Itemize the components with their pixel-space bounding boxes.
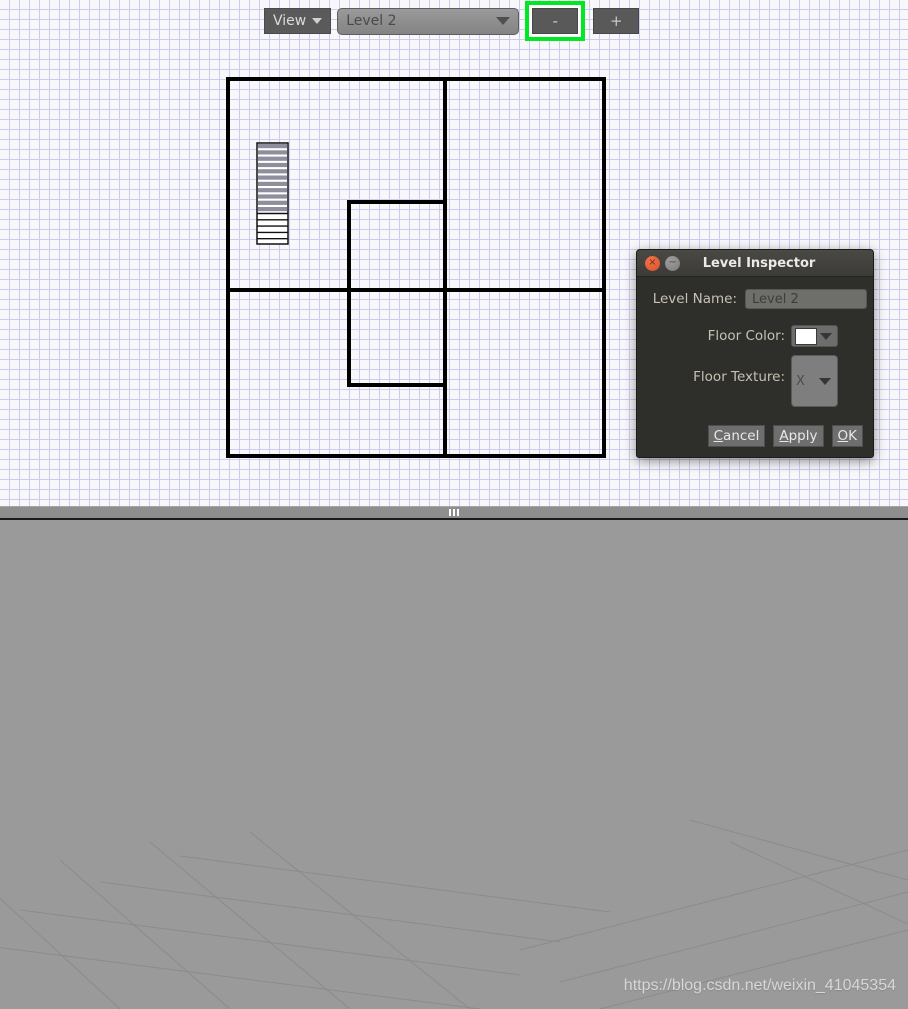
- dialog-body: Level Name: Floor Color: Floor Texture: …: [637, 277, 873, 457]
- floor-texture-value: X: [796, 373, 805, 389]
- apply-button[interactable]: Apply: [773, 425, 824, 447]
- application-window: View Level 2 - + × − Level Inspector Lev…: [0, 0, 908, 1009]
- chevron-down-icon: [820, 332, 832, 340]
- three-d-model[interactable]: [0, 520, 908, 1009]
- level-selector-dropdown[interactable]: Level 2: [337, 7, 520, 35]
- floor-color-row: Floor Color:: [645, 325, 867, 347]
- remove-level-button[interactable]: -: [532, 8, 579, 34]
- floor-color-swatch: [795, 327, 817, 345]
- floor-color-dropdown[interactable]: [791, 325, 838, 347]
- remove-level-highlight: -: [525, 1, 586, 41]
- add-level-button[interactable]: +: [593, 8, 640, 34]
- apply-mnemonic: A: [779, 428, 789, 444]
- wall-outer-boundary[interactable]: [226, 77, 606, 458]
- level-name-input[interactable]: [745, 289, 867, 309]
- wall-inner-room-box[interactable]: [347, 200, 445, 387]
- pane-splitter[interactable]: [0, 506, 908, 520]
- drag-handle-icon: [449, 509, 459, 516]
- level-inspector-dialog[interactable]: × − Level Inspector Level Name: Floor Co…: [636, 249, 874, 458]
- level-name-row: Level Name:: [645, 289, 867, 309]
- ok-mnemonic: O: [837, 428, 849, 444]
- three-d-background: [0, 520, 908, 1009]
- floor-color-label: Floor Color:: [707, 328, 785, 344]
- floor-texture-row: Floor Texture: X: [645, 355, 867, 407]
- chevron-down-icon: [312, 18, 323, 24]
- stairs-symbol[interactable]: [256, 142, 289, 245]
- dialog-button-row: Cancel Apply OK: [707, 425, 863, 447]
- cancel-label-rest: ancel: [723, 428, 760, 444]
- cancel-button[interactable]: Cancel: [707, 425, 766, 447]
- chevron-down-icon: [819, 377, 831, 385]
- close-icon[interactable]: ×: [645, 255, 660, 271]
- floor-texture-dropdown[interactable]: X: [791, 355, 838, 407]
- dialog-titlebar[interactable]: × − Level Inspector: [637, 250, 873, 277]
- view-menu-label: View: [273, 13, 307, 29]
- chevron-down-icon: [496, 17, 511, 25]
- cancel-mnemonic: C: [713, 428, 724, 444]
- level-selector-value: Level 2: [346, 13, 397, 29]
- remove-level-focus-ring: -: [529, 5, 582, 37]
- apply-label-rest: pply: [788, 428, 818, 444]
- dialog-title: Level Inspector: [702, 255, 816, 271]
- plan-toolbar: View Level 2 - +: [264, 1, 640, 41]
- three-d-view-pane[interactable]: https://blog.csdn.net/weixin_41045354: [0, 520, 908, 1009]
- view-menu-button[interactable]: View: [264, 8, 332, 34]
- ok-label-rest: K: [848, 428, 857, 444]
- minimize-icon[interactable]: −: [665, 255, 680, 271]
- level-name-label: Level Name:: [652, 291, 737, 307]
- ok-button[interactable]: OK: [831, 425, 863, 447]
- floor-texture-label: Floor Texture:: [693, 369, 785, 385]
- floor-plan-pane[interactable]: View Level 2 - + × − Level Inspector Lev…: [0, 0, 908, 506]
